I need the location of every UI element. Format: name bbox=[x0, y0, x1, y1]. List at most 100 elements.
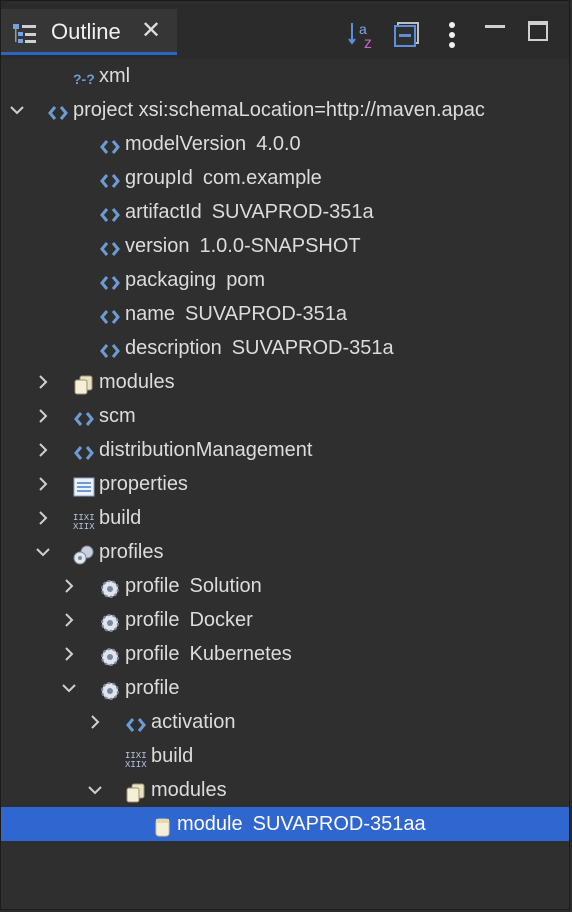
chevron-right-icon[interactable] bbox=[35, 365, 51, 399]
outline-icon bbox=[13, 24, 36, 43]
chevron-down-icon[interactable] bbox=[9, 93, 25, 127]
tree-item-label: xml bbox=[99, 65, 131, 87]
tree-item-label: distributionManagement bbox=[99, 439, 313, 461]
element-icon bbox=[73, 440, 95, 460]
tree-item-profile[interactable]: profile Solution bbox=[1, 569, 569, 603]
element-icon bbox=[73, 406, 95, 426]
tree-item-label: properties bbox=[99, 473, 188, 495]
tree-item-profiles[interactable]: profiles bbox=[1, 535, 569, 569]
chevron-right-icon[interactable] bbox=[61, 569, 77, 603]
view-toolbar: Outline ✕ a z bbox=[1, 1, 569, 59]
tree-item-value: pom bbox=[226, 269, 266, 291]
tree-item-label: profile Docker bbox=[125, 609, 253, 631]
svg-text:XIIXII: XIIXII bbox=[73, 522, 95, 531]
svg-text:?-?: ?-? bbox=[73, 71, 95, 87]
tree-item-module[interactable]: module SUVAPROD-351aa bbox=[1, 807, 569, 841]
tree-item-value: SUVAPROD-351a bbox=[211, 201, 374, 223]
chevron-right-icon[interactable] bbox=[35, 433, 51, 467]
tree-item-project[interactable]: project xsi:schemaLocation=http://maven.… bbox=[1, 93, 569, 127]
tree-item-groupid[interactable]: groupId com.example bbox=[1, 161, 569, 195]
tree-item-label: scm bbox=[99, 405, 136, 427]
chevron-right-icon[interactable] bbox=[61, 637, 77, 671]
tree-item-value: SUVAPROD-351a bbox=[231, 337, 394, 359]
module-icon bbox=[151, 814, 173, 837]
profile-icon bbox=[99, 610, 121, 632]
tree-item-value: Kubernetes bbox=[189, 643, 292, 665]
tree-item-value: SUVAPROD-351a bbox=[185, 303, 347, 325]
element-icon bbox=[99, 134, 121, 154]
tree-item-label: groupId com.example bbox=[125, 167, 322, 189]
tree-item-artifactid[interactable]: artifactId SUVAPROD-351a bbox=[1, 195, 569, 229]
tree-item-modelversion[interactable]: modelVersion 4.0.0 bbox=[1, 127, 569, 161]
tree-item-value: Docker bbox=[189, 609, 253, 631]
tree-item-build[interactable]: IIXIIXXIIXIIbuild bbox=[1, 739, 569, 773]
tree-item-profile[interactable]: profile Kubernetes bbox=[1, 637, 569, 671]
chevron-right-icon[interactable] bbox=[35, 399, 51, 433]
properties-icon bbox=[73, 474, 95, 497]
tree-item-label: modules bbox=[151, 779, 227, 801]
tree-item-label: modules bbox=[99, 371, 175, 393]
build-icon: IIXIIXXIIXII bbox=[73, 508, 106, 532]
sort-alphabetically-icon[interactable]: a z bbox=[347, 19, 379, 51]
tree-item-distributionmanagement[interactable]: distributionManagement bbox=[1, 433, 569, 467]
profile-icon bbox=[99, 576, 121, 598]
collapse-all-icon[interactable] bbox=[393, 19, 425, 51]
tree-item-label: version 1.0.0-SNAPSHOT bbox=[125, 235, 361, 257]
element-icon bbox=[125, 712, 147, 732]
build-icon: IIXIIXXIIXII bbox=[125, 746, 158, 770]
tree-item-label: profile Kubernetes bbox=[125, 643, 292, 665]
view-menu-icon[interactable] bbox=[437, 19, 469, 51]
chevron-right-icon[interactable] bbox=[35, 467, 51, 501]
profiles-icon bbox=[73, 542, 95, 565]
close-icon[interactable]: ✕ bbox=[141, 19, 161, 43]
tree-item-label: activation bbox=[151, 711, 236, 733]
tree-item-label: packaging pom bbox=[125, 269, 266, 291]
outline-view: Outline ✕ a z ?-? xml project xsi:schemaLo… bbox=[0, 0, 570, 910]
tree-item-profile[interactable]: profile bbox=[1, 671, 569, 705]
tree-item-build[interactable]: IIXIIXXIIXIIbuild bbox=[1, 501, 569, 535]
element-icon bbox=[99, 168, 121, 188]
tree-item-label: profile bbox=[125, 677, 180, 699]
outline-tree: ?-? xml project xsi:schemaLocation=http://… bbox=[1, 59, 569, 841]
tree-item-label: profile Solution bbox=[125, 575, 262, 597]
element-icon bbox=[99, 236, 121, 256]
tree-item-modules[interactable]: modules bbox=[1, 773, 569, 807]
tab-label: Outline bbox=[51, 19, 121, 44]
tree-item-activation[interactable]: activation bbox=[1, 705, 569, 739]
tree-item-label: modelVersion 4.0.0 bbox=[125, 133, 301, 155]
tree-item-label: module SUVAPROD-351aa bbox=[177, 813, 426, 835]
svg-text:z: z bbox=[364, 35, 372, 51]
tree-item-properties[interactable]: properties bbox=[1, 467, 569, 501]
chevron-down-icon[interactable] bbox=[87, 773, 103, 807]
modules-icon bbox=[125, 780, 147, 803]
tree-item-label: build bbox=[99, 507, 142, 529]
chevron-down-icon[interactable] bbox=[61, 671, 77, 705]
profile-icon bbox=[99, 678, 121, 700]
tree-item-description[interactable]: description SUVAPROD-351a bbox=[1, 331, 569, 365]
element-icon bbox=[99, 338, 121, 358]
maximize-icon[interactable] bbox=[523, 13, 555, 45]
tree-item-packaging[interactable]: packaging pom bbox=[1, 263, 569, 297]
tree-item-modules[interactable]: modules bbox=[1, 365, 569, 399]
svg-text:XIIXII: XIIXII bbox=[125, 760, 147, 769]
element-icon bbox=[99, 270, 121, 290]
tree-item-version[interactable]: version 1.0.0-SNAPSHOT bbox=[1, 229, 569, 263]
chevron-right-icon[interactable] bbox=[61, 603, 77, 637]
tree-item-label: name SUVAPROD-351a bbox=[125, 303, 347, 325]
tree-item-value: 4.0.0 bbox=[256, 133, 301, 155]
modules-icon bbox=[73, 372, 95, 395]
chevron-down-icon[interactable] bbox=[35, 535, 51, 569]
tree-item-name[interactable]: name SUVAPROD-351a bbox=[1, 297, 569, 331]
tree-item-xml[interactable]: ?-? xml bbox=[1, 59, 569, 93]
minimize-icon[interactable] bbox=[479, 13, 511, 45]
chevron-right-icon[interactable] bbox=[87, 705, 103, 739]
tree-item-profile[interactable]: profile Docker bbox=[1, 603, 569, 637]
tree-item-scm[interactable]: scm bbox=[1, 399, 569, 433]
tab-outline[interactable]: Outline ✕ bbox=[1, 9, 177, 55]
tree-item-label: artifactId SUVAPROD-351a bbox=[125, 201, 374, 223]
chevron-right-icon[interactable] bbox=[35, 501, 51, 535]
element-icon bbox=[47, 100, 69, 120]
tree-item-value: SUVAPROD-351aa bbox=[252, 813, 426, 835]
profile-icon bbox=[99, 644, 121, 666]
tree-item-label: description SUVAPROD-351a bbox=[125, 337, 394, 359]
